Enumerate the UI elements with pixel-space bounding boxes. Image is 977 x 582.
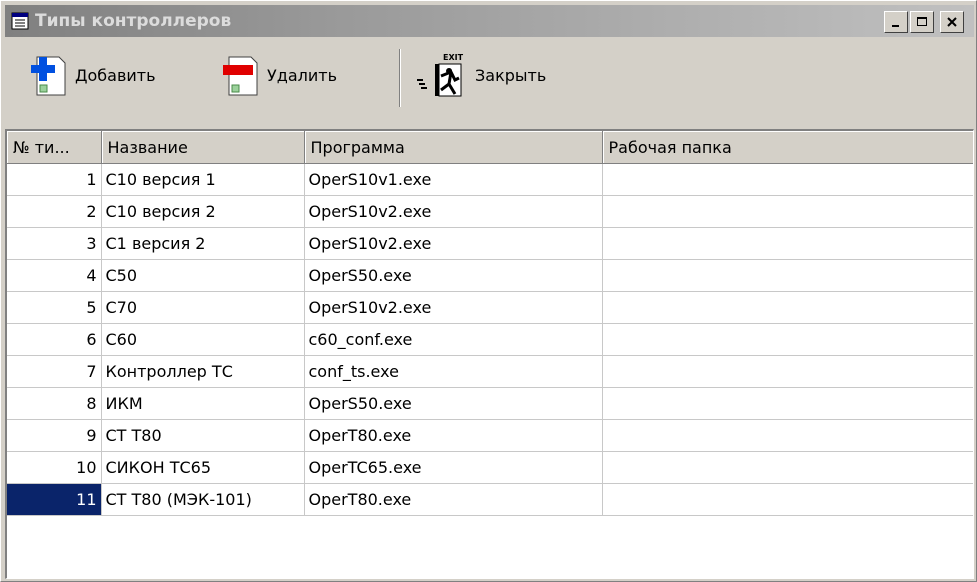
cell-name[interactable]: C1 версия 2 bbox=[101, 227, 305, 260]
cell-folder[interactable] bbox=[602, 323, 973, 356]
column-header-number[interactable]: № ти... bbox=[7, 131, 102, 164]
close-window-label: Закрыть bbox=[475, 65, 547, 85]
header-row: № ти... Название Программа Рабочая папка bbox=[7, 131, 973, 164]
cell-program[interactable]: conf_ts.exe bbox=[304, 355, 603, 388]
cell-folder[interactable] bbox=[602, 419, 973, 452]
delete-label: Удалить bbox=[267, 65, 337, 85]
cell-number[interactable]: 10 bbox=[7, 451, 102, 484]
cell-program[interactable]: OperS10v2.exe bbox=[304, 195, 603, 228]
cell-program[interactable]: OperS10v1.exe bbox=[304, 163, 603, 196]
table-row[interactable]: 7 Контроллер ТС conf_ts.exe bbox=[7, 355, 973, 388]
close-button[interactable] bbox=[940, 11, 964, 33]
minimize-icon bbox=[892, 25, 899, 27]
cell-folder[interactable] bbox=[602, 291, 973, 324]
table-row-selected[interactable]: 11 CT T80 (МЭК-101) OperT80.exe bbox=[7, 483, 973, 516]
cell-folder[interactable] bbox=[602, 227, 973, 260]
cell-folder[interactable] bbox=[602, 355, 973, 388]
cell-number[interactable]: 9 bbox=[7, 419, 102, 452]
cell-number[interactable]: 2 bbox=[7, 195, 102, 228]
column-header-program[interactable]: Программа bbox=[304, 131, 603, 164]
cell-folder[interactable] bbox=[602, 483, 973, 516]
add-label: Добавить bbox=[75, 65, 156, 85]
cell-folder[interactable] bbox=[602, 451, 973, 484]
cell-number[interactable]: 7 bbox=[7, 355, 102, 388]
table-row[interactable]: 6 C60 c60_conf.exe bbox=[7, 323, 973, 356]
cell-number[interactable]: 4 bbox=[7, 259, 102, 292]
cell-name[interactable]: Контроллер ТС bbox=[101, 355, 305, 388]
controller-types-window: Типы контроллеров Добавить Удалить EXIT … bbox=[0, 0, 977, 582]
table-row[interactable]: 4 C50 OperS50.exe bbox=[7, 259, 973, 292]
cell-name[interactable]: CT T80 bbox=[101, 419, 305, 452]
cell-name[interactable]: C10 версия 1 bbox=[101, 163, 305, 196]
cell-number[interactable]: 8 bbox=[7, 387, 102, 420]
cell-name[interactable]: C10 версия 2 bbox=[101, 195, 305, 228]
cell-number[interactable]: 1 bbox=[7, 163, 102, 196]
maximize-button[interactable] bbox=[910, 11, 934, 33]
title-bar[interactable]: Типы контроллеров bbox=[5, 5, 974, 37]
cell-number[interactable]: 11 bbox=[7, 483, 102, 516]
cell-name[interactable]: CT T80 (МЭК-101) bbox=[101, 483, 305, 516]
cell-program[interactable]: c60_conf.exe bbox=[304, 323, 603, 356]
table-row[interactable]: 1 C10 версия 1 OperS10v1.exe bbox=[7, 163, 973, 196]
cell-program[interactable]: OperS10v2.exe bbox=[304, 227, 603, 260]
close-window-button[interactable]: EXIT Закрыть bbox=[415, 45, 546, 105]
table-row[interactable]: 10 СИКОН ТС65 OperTC65.exe bbox=[7, 451, 973, 484]
toolbar-separator bbox=[399, 49, 401, 107]
cell-name[interactable]: C50 bbox=[101, 259, 305, 292]
cell-program[interactable]: OperS10v2.exe bbox=[304, 291, 603, 324]
table-row[interactable]: 9 CT T80 OperT80.exe bbox=[7, 419, 973, 452]
cell-number[interactable]: 3 bbox=[7, 227, 102, 260]
cell-program[interactable]: OperS50.exe bbox=[304, 387, 603, 420]
minimize-button[interactable] bbox=[884, 11, 908, 33]
add-document-icon bbox=[31, 56, 66, 96]
window-title: Типы контроллеров bbox=[35, 11, 232, 31]
toolbar: Добавить Удалить EXIT Закрыть bbox=[5, 39, 974, 127]
cell-folder[interactable] bbox=[602, 195, 973, 228]
exit-icon: EXIT bbox=[417, 53, 464, 97]
cell-program[interactable]: OperTC65.exe bbox=[304, 451, 603, 484]
table-row[interactable]: 5 C70 OperS10v2.exe bbox=[7, 291, 973, 324]
cell-program[interactable]: OperT80.exe bbox=[304, 483, 603, 516]
table-row[interactable]: 2 C10 версия 2 OperS10v2.exe bbox=[7, 195, 973, 228]
column-header-work-folder[interactable]: Рабочая папка bbox=[602, 131, 973, 164]
cell-name[interactable]: C70 bbox=[101, 291, 305, 324]
cell-program[interactable]: OperT80.exe bbox=[304, 419, 603, 452]
cell-name[interactable]: ИКМ bbox=[101, 387, 305, 420]
add-button[interactable]: Добавить bbox=[29, 45, 156, 105]
controller-types-grid[interactable]: № ти... Название Программа Рабочая папка… bbox=[5, 129, 974, 579]
cell-folder[interactable] bbox=[602, 387, 973, 420]
cell-number[interactable]: 6 bbox=[7, 323, 102, 356]
cell-name[interactable]: СИКОН ТС65 bbox=[101, 451, 305, 484]
table-row[interactable]: 8 ИКМ OperS50.exe bbox=[7, 387, 973, 420]
window-icon bbox=[11, 12, 29, 30]
maximize-icon bbox=[917, 17, 927, 26]
cell-folder[interactable] bbox=[602, 259, 973, 292]
delete-button[interactable]: Удалить bbox=[221, 45, 337, 105]
column-header-name[interactable]: Название bbox=[101, 131, 305, 164]
close-icon bbox=[947, 17, 957, 27]
cell-name[interactable]: C60 bbox=[101, 323, 305, 356]
table-row[interactable]: 3 C1 версия 2 OperS10v2.exe bbox=[7, 227, 973, 260]
cell-folder[interactable] bbox=[602, 163, 973, 196]
cell-number[interactable]: 5 bbox=[7, 291, 102, 324]
exit-caption: EXIT bbox=[443, 53, 464, 62]
cell-program[interactable]: OperS50.exe bbox=[304, 259, 603, 292]
delete-document-icon bbox=[223, 56, 258, 96]
